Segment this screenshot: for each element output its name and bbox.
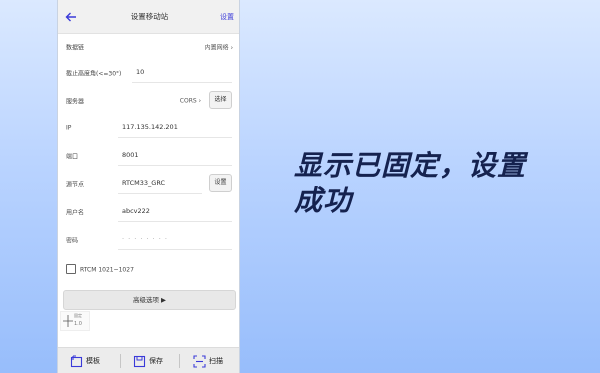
row-datalink[interactable]: 数据链 内置网络 › — [58, 33, 239, 60]
username-input[interactable]: abcv222 — [118, 201, 232, 222]
template-label: 模板 — [86, 357, 100, 365]
password-label: 密码 — [66, 237, 79, 244]
port-label: 端口 — [66, 153, 79, 160]
username-label: 用户名 — [66, 209, 85, 216]
ip-input[interactable]: 117.135.142.201 — [118, 117, 232, 138]
crosshair-widget[interactable]: 固定 1.0 — [60, 311, 90, 331]
mountpoint-settings-button[interactable]: 设置 — [209, 174, 232, 192]
chevron-right-icon: › — [230, 44, 233, 51]
cutoff-label: 截止高度角(<=30°) — [66, 70, 122, 77]
divider — [179, 354, 180, 368]
scan-label: 扫描 — [209, 357, 223, 365]
select-server-button[interactable]: 选择 — [209, 91, 232, 109]
scan-icon — [193, 354, 206, 368]
row-password: 密码 · · · · · · · · — [58, 226, 239, 253]
datalink-value: 内置网络 › — [204, 44, 233, 51]
divider — [120, 354, 121, 368]
template-icon — [70, 354, 83, 367]
rtcm-checkbox[interactable] — [66, 264, 76, 274]
row-server: 服务器 CORS › 选择 — [58, 87, 239, 114]
row-rtcm[interactable]: RTCM 1021~1027 — [58, 256, 239, 283]
row-port: 端口 8001 — [58, 142, 239, 169]
row-username: 用户名 abcv222 — [58, 198, 239, 225]
server-label: 服务器 — [66, 98, 85, 105]
crosshair-label-1: 固定 — [74, 313, 82, 318]
mountpoint-label: 源节点 — [66, 181, 85, 188]
overlay-caption: 显示已固定，设置成功 — [294, 149, 527, 217]
template-button[interactable]: 模板 — [70, 353, 100, 369]
rtcm-label: RTCM 1021~1027 — [80, 266, 134, 273]
port-input[interactable]: 8001 — [118, 145, 232, 166]
server-value[interactable]: CORS › — [180, 97, 201, 104]
advanced-options-button[interactable]: 高级选项 ▶ — [63, 290, 236, 310]
settings-link[interactable]: 设置 — [220, 12, 234, 22]
mountpoint-input[interactable]: RTCM33_GRC — [118, 173, 202, 194]
page-title: 设置移动站 — [130, 12, 169, 21]
ip-label: IP — [66, 124, 72, 131]
top-bar: 设置移动站 设置 — [58, 0, 239, 34]
save-label: 保存 — [149, 357, 163, 365]
cutoff-input[interactable]: 10 — [132, 62, 232, 83]
save-button[interactable]: 保存 — [133, 353, 163, 369]
chevron-right-icon: › — [198, 97, 201, 104]
password-input[interactable]: · · · · · · · · — [118, 229, 232, 250]
datalink-label: 数据链 — [66, 44, 85, 51]
row-mountpoint: 源节点 RTCM33_GRC 设置 — [58, 170, 239, 197]
phone-screen: 设置移动站 设置 数据链 内置网络 › 截止高度角(<=30°) 10 服务器 … — [57, 0, 240, 373]
bottom-bar: 模板 保存 扫描 — [58, 347, 239, 373]
save-icon — [133, 355, 146, 367]
row-ip: IP 117.135.142.201 — [58, 114, 239, 141]
scan-button[interactable]: 扫描 — [193, 353, 223, 369]
crosshair-icon — [63, 315, 73, 327]
crosshair-label-2: 1.0 — [74, 321, 82, 327]
row-cutoff: 截止高度角(<=30°) 10 — [58, 59, 239, 86]
